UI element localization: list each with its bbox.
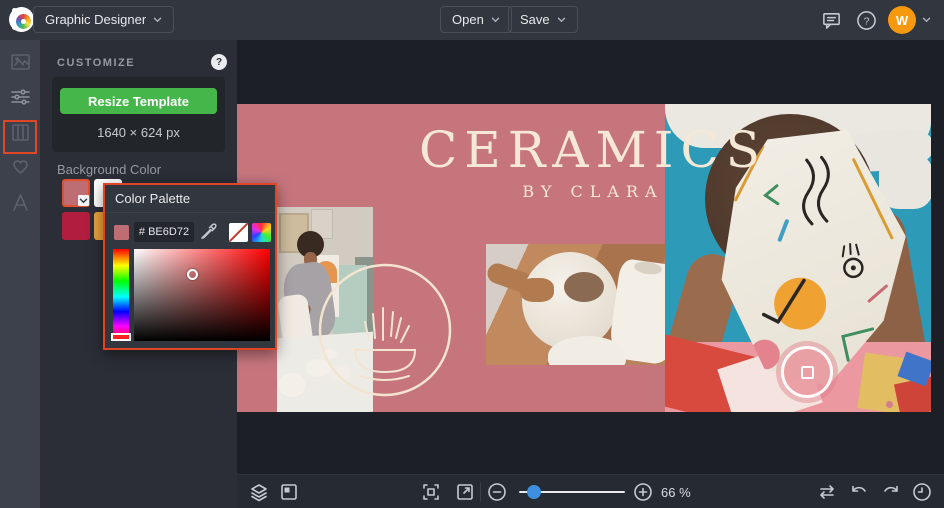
avatar[interactable]: W <box>888 6 916 34</box>
resize-section: Resize Template 1640 × 624 px <box>52 77 225 152</box>
canvas-manager-icon[interactable] <box>279 482 299 502</box>
background-color-label: Background Color <box>57 162 162 177</box>
square-icon <box>800 365 814 379</box>
color-palette-popup: Color Palette # BE6D72 <box>103 183 277 350</box>
befunky-logo-icon[interactable] <box>8 7 34 33</box>
photo-hands-vases[interactable] <box>486 244 695 365</box>
chat-icon[interactable] <box>821 10 842 31</box>
chevron-down-icon <box>557 16 566 22</box>
layout-icon sidebar-item-layout[interactable] <box>10 122 31 143</box>
swatch-crimson[interactable] <box>62 212 90 240</box>
app-menu-label: Graphic Designer <box>45 12 147 27</box>
chevron-down-icon[interactable] <box>922 17 931 23</box>
zoom-slider-handle[interactable] <box>527 485 541 499</box>
svg-text:?: ? <box>864 15 870 27</box>
canvas-headline[interactable]: CERAMICS BY CLARA <box>393 120 793 201</box>
toolbar-divider <box>480 483 481 501</box>
zoom-in-icon[interactable] <box>633 482 653 502</box>
layers-icon[interactable] <box>249 482 269 502</box>
canvas-title-text: CERAMICS <box>419 121 767 179</box>
chevron-down-icon <box>491 16 500 22</box>
bottom-toolbar: 66 % <box>237 474 944 508</box>
color-palette-title: Color Palette <box>105 185 275 213</box>
save-button[interactable]: Save <box>508 6 578 33</box>
saturation-picker-handle[interactable] <box>187 269 198 280</box>
app-menu-button[interactable]: Graphic Designer <box>33 6 175 33</box>
design-canvas[interactable]: CERAMICS BY CLARA <box>237 104 931 412</box>
zoom-level-value: 66 % <box>661 485 691 500</box>
canvas-subtitle-text: BY CLARA <box>522 182 664 201</box>
help-icon[interactable]: ? <box>856 10 877 31</box>
customize-icon sidebar-item-customize[interactable] <box>10 87 31 108</box>
template-dimensions: 1640 × 624 px <box>97 125 180 140</box>
image-replace-button[interactable] <box>781 346 833 398</box>
favorites-icon sidebar-item-favorites[interactable] <box>10 156 31 177</box>
swatch-dropdown-icon[interactable] <box>78 195 89 206</box>
bowl-logo-graphic[interactable] <box>317 262 453 398</box>
hex-value-input[interactable]: # BE6D72 <box>134 222 194 242</box>
resize-template-button[interactable]: Resize Template <box>60 88 217 114</box>
open-label: Open <box>452 12 484 27</box>
swatch-selected-pink[interactable] <box>62 179 90 207</box>
avatar-initial: W <box>895 12 909 28</box>
tool-sidebar <box>0 40 40 508</box>
fullscreen-icon[interactable] <box>455 482 475 502</box>
redo-icon[interactable] <box>881 482 901 502</box>
small-pink-dot <box>886 401 893 408</box>
saturation-field[interactable] <box>134 249 270 341</box>
hue-slider[interactable] <box>113 249 129 341</box>
eyedropper-icon[interactable] <box>200 223 217 240</box>
workspace: CERAMICS BY CLARA <box>237 40 944 475</box>
history-icon[interactable] <box>912 482 932 502</box>
fit-screen-icon[interactable] <box>421 482 441 502</box>
hue-slider-handle[interactable] <box>111 333 131 341</box>
text-icon sidebar-item-text[interactable] <box>10 192 31 213</box>
swap-icon[interactable] <box>817 482 837 502</box>
rainbow-picker-icon[interactable] <box>252 223 271 242</box>
current-color-swatch <box>114 225 129 240</box>
no-color-icon[interactable] <box>229 223 248 242</box>
chevron-down-icon <box>153 16 162 22</box>
photos-icon sidebar-item-photos[interactable] <box>10 52 31 73</box>
open-button[interactable]: Open <box>440 6 512 33</box>
panel-title: CUSTOMIZE <box>57 57 136 69</box>
panel-help-icon[interactable]: ? <box>211 54 227 70</box>
save-label: Save <box>520 12 550 27</box>
zoom-out-icon[interactable] <box>487 482 507 502</box>
graphic-designer-app: Graphic Designer Open Save ? W CUSTOMIZE… <box>0 0 944 508</box>
undo-icon[interactable] <box>849 482 869 502</box>
top-bar: Graphic Designer Open Save ? W <box>0 0 944 40</box>
